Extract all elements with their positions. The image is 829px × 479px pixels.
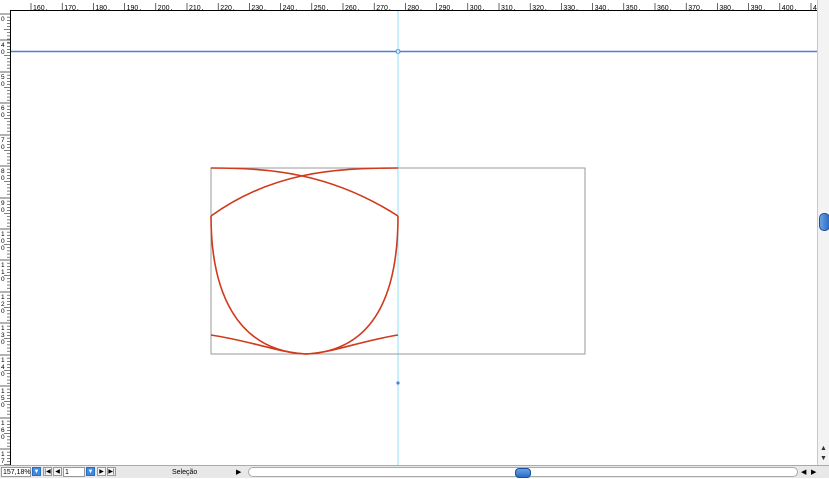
left-ruler-label: 1	[1, 294, 5, 301]
prev-page-icon[interactable]: ◀	[53, 467, 62, 476]
left-ruler-label: 5	[1, 74, 5, 81]
left-ruler-label: 7	[1, 458, 5, 465]
left-ruler-label: 6	[1, 427, 5, 434]
left-ruler-label: 0	[1, 175, 5, 182]
left-ruler-label: 1	[1, 269, 5, 276]
vertical-guide-point[interactable]	[396, 381, 400, 385]
left-side-curve	[210, 215, 307, 355]
zoom-field[interactable]: 157,18%	[1, 467, 31, 477]
status-menu-arrow-icon[interactable]: ▶	[236, 467, 244, 477]
left-ruler-label: 5	[1, 395, 5, 402]
vertical-scrollbar[interactable]: ▲ ▼	[817, 0, 829, 466]
left-ruler-label: 1	[1, 262, 5, 269]
left-ruler-label: 0	[1, 245, 5, 252]
bottom-left-curve	[210, 334, 307, 355]
top-ruler-ticks: 160 170 180 190 200 210 220 230 240 250 260 270 280 2…	[30, 3, 818, 10]
vertical-scroll-thumb[interactable]	[819, 213, 829, 231]
status-bar: 157,18% ▼ |◀ ◀ 1 ▼ ▶ ▶| Seleção ▶ ◀ ▶	[0, 465, 829, 478]
left-ruler-label: 7	[1, 137, 5, 144]
top-ruler[interactable]: 160 170 180 190 200 210 220 230 240 250 260 270 280 2…	[10, 0, 818, 11]
left-ruler-label: 0	[1, 207, 5, 214]
left-ruler-label: 0	[1, 371, 5, 378]
right-side-curve	[305, 215, 399, 355]
left-ruler-label: 4	[1, 364, 5, 371]
left-ruler-label: 1	[1, 357, 5, 364]
scroll-left-icon[interactable]: ◀	[801, 467, 809, 477]
left-ruler-label: 4	[1, 42, 5, 49]
left-ruler-label: 1	[1, 231, 5, 238]
left-ruler-label: 0	[1, 81, 5, 88]
scroll-up-icon[interactable]: ▲	[819, 445, 828, 453]
left-ruler-label: 0	[1, 434, 5, 441]
left-ruler-label: 1	[1, 451, 5, 458]
next-page-icon[interactable]: ▶	[97, 467, 106, 476]
left-ruler-label: 2	[1, 301, 5, 308]
left-ruler-label: 0	[1, 16, 5, 23]
left-ruler-label: 0	[1, 308, 5, 315]
left-ruler-label: 0	[1, 144, 5, 151]
artwork-svg[interactable]	[11, 11, 818, 466]
left-ruler-label: 1	[1, 325, 5, 332]
document-canvas[interactable]	[11, 11, 818, 466]
zoom-dropdown-icon[interactable]: ▼	[32, 467, 41, 476]
left-ruler-label: 3	[1, 332, 5, 339]
last-page-icon[interactable]: ▶|	[107, 467, 116, 476]
left-ruler[interactable]: 0405060708090100110120130140150160170	[0, 10, 11, 466]
left-ruler-ticks: 0405060708090100110120130140150160170	[0, 13, 10, 466]
left-ruler-label: 0	[1, 49, 5, 56]
page-number-field[interactable]: 1	[63, 467, 85, 477]
top-right-curve	[210, 167, 399, 217]
left-ruler-label: 6	[1, 105, 5, 112]
shape-paths[interactable]	[210, 167, 399, 355]
tool-status-label[interactable]: Seleção	[172, 467, 232, 477]
horizontal-scrollbar[interactable]	[248, 467, 798, 478]
scroll-down-icon[interactable]: ▼	[819, 455, 828, 463]
left-ruler-label: 9	[1, 200, 5, 207]
horizontal-scroll-thumb[interactable]	[515, 468, 531, 478]
left-ruler-label: 0	[1, 238, 5, 245]
scroll-right-icon[interactable]: ▶	[811, 467, 819, 477]
bottom-right-curve	[305, 334, 399, 355]
left-ruler-label: 0	[1, 339, 5, 346]
left-ruler-label: 1	[1, 388, 5, 395]
left-ruler-label: 0	[1, 276, 5, 283]
page-dropdown-icon[interactable]: ▼	[86, 467, 95, 476]
left-ruler-label: 0	[1, 402, 5, 409]
first-page-icon[interactable]: |◀	[43, 467, 52, 476]
left-ruler-label: 1	[1, 420, 5, 427]
left-ruler-label: 8	[1, 168, 5, 175]
left-ruler-label: 0	[1, 112, 5, 119]
